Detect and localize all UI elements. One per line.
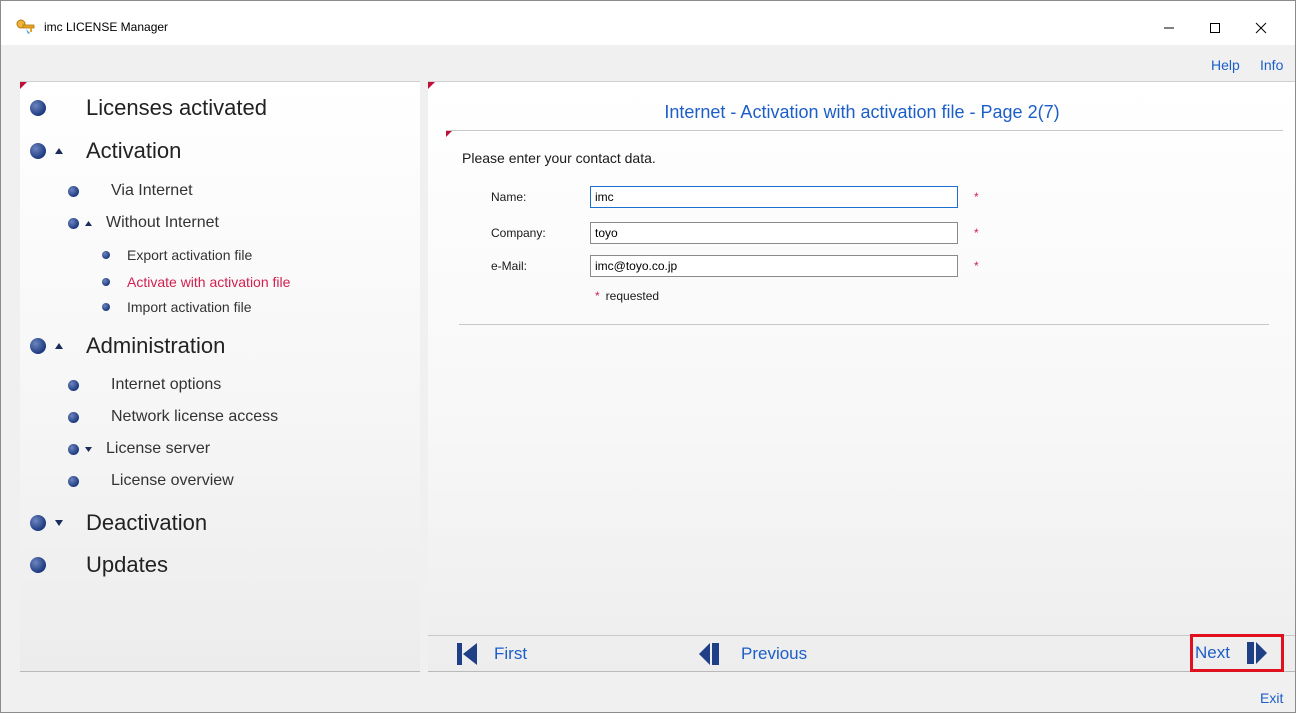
nav-licenses-activated[interactable]: Licenses activated: [30, 95, 267, 121]
previous-button[interactable]: Previous: [698, 639, 807, 669]
title-bar: imc LICENSE Manager: [1, 1, 1295, 45]
instruction-text: Please enter your contact data.: [462, 150, 656, 166]
nav-license-server[interactable]: License server: [68, 440, 210, 458]
maximize-icon: [1210, 23, 1220, 33]
window-title: imc LICENSE Manager: [44, 20, 169, 34]
form-divider: [459, 324, 1269, 325]
app-window: imc LICENSE Manager Help Info Licenses a…: [0, 0, 1296, 713]
nav-label: Updates: [86, 552, 168, 577]
nav-label: Internet options: [111, 376, 222, 393]
page-title: Internet - Activation with activation fi…: [664, 102, 1060, 122]
minimize-button[interactable]: [1146, 13, 1192, 43]
nav-activation[interactable]: Activation: [30, 138, 181, 164]
name-label: Name:: [491, 190, 527, 204]
nav-label: Without Internet: [106, 214, 219, 231]
nav-deactivation[interactable]: Deactivation: [30, 510, 207, 536]
first-button-label: First: [494, 644, 528, 663]
bullet-icon: [102, 303, 110, 311]
bullet-icon: [68, 475, 79, 487]
exit-link[interactable]: Exit: [1260, 690, 1283, 706]
first-page-icon: [457, 643, 477, 665]
nav-label: Administration: [86, 333, 226, 358]
info-link[interactable]: Info: [1260, 57, 1283, 73]
nav-export-activation-file[interactable]: Export activation file: [102, 247, 252, 263]
company-label: Company:: [491, 226, 546, 240]
required-legend-text: requested: [605, 289, 660, 303]
collapsed-arrow-icon: [85, 446, 92, 452]
bullet-icon: [30, 100, 46, 116]
bullet-icon: [68, 443, 79, 455]
bullet-icon: [68, 411, 79, 423]
nav-import-activation-file[interactable]: Import activation file: [102, 299, 252, 315]
close-button[interactable]: [1238, 13, 1284, 43]
bullet-icon: [68, 379, 79, 391]
required-marker: *: [974, 259, 979, 273]
bullet-icon: [68, 185, 79, 197]
bullet-icon: [68, 217, 79, 229]
nav-label: Activation: [86, 138, 182, 163]
bullet-icon: [30, 338, 46, 354]
email-input[interactable]: [590, 255, 958, 277]
expanded-arrow-icon: [55, 343, 63, 349]
nav-label: Activate with activation file: [127, 274, 291, 290]
previous-icon: [699, 643, 719, 665]
title-divider: [446, 130, 1283, 131]
navigation-panel: Licenses activated Activation Via Intern…: [20, 81, 420, 672]
nav-label: License overview: [111, 472, 234, 489]
nav-label: Via Internet: [111, 182, 193, 199]
required-marker: *: [595, 289, 600, 303]
nav-via-internet[interactable]: Via Internet: [68, 182, 193, 200]
nav-license-overview[interactable]: License overview: [68, 472, 234, 490]
nav-label: Import activation file: [127, 299, 252, 315]
collapsed-arrow-icon: [55, 520, 63, 526]
nav-network-license-access[interactable]: Network license access: [68, 408, 278, 426]
name-input[interactable]: [590, 186, 958, 208]
nav-label: Licenses activated: [86, 95, 267, 120]
bullet-icon: [102, 278, 110, 286]
content-panel: Internet - Activation with activation fi…: [428, 81, 1295, 672]
bullet-icon: [30, 515, 46, 531]
minimize-icon: [1164, 27, 1174, 29]
previous-button-label: Previous: [741, 644, 808, 663]
key-icon: [16, 19, 36, 35]
expanded-arrow-icon: [85, 220, 92, 226]
nav-administration[interactable]: Administration: [30, 333, 225, 359]
close-icon: [1255, 22, 1267, 34]
first-button[interactable]: First: [456, 639, 527, 669]
nav-activate-with-activation-file[interactable]: Activate with activation file: [102, 274, 290, 290]
help-link[interactable]: Help: [1211, 57, 1240, 73]
bullet-icon: [30, 143, 46, 159]
bullet-icon: [102, 251, 110, 259]
email-label: e-Mail:: [491, 259, 528, 273]
nav-label: License server: [106, 440, 211, 457]
nav-without-internet[interactable]: Without Internet: [68, 214, 219, 232]
corner-mark: [428, 82, 435, 89]
corner-mark: [20, 82, 27, 89]
next-icon: [1246, 642, 1267, 664]
expanded-arrow-icon: [55, 148, 63, 154]
navigation-divider: [428, 635, 1295, 636]
nav-label: Export activation file: [127, 247, 253, 263]
required-legend: * requested: [595, 289, 659, 303]
bullet-icon: [30, 557, 46, 573]
company-input[interactable]: [590, 222, 958, 244]
nav-updates[interactable]: Updates: [30, 552, 168, 578]
nav-label: Network license access: [111, 408, 279, 425]
required-marker: *: [974, 226, 979, 240]
next-button[interactable]: Next: [1190, 634, 1284, 672]
maximize-button[interactable]: [1192, 13, 1238, 43]
corner-mark: [446, 131, 452, 137]
nav-internet-options[interactable]: Internet options: [68, 376, 221, 394]
next-button-label: Next: [1195, 643, 1230, 662]
required-marker: *: [974, 190, 979, 204]
nav-label: Deactivation: [86, 510, 208, 535]
